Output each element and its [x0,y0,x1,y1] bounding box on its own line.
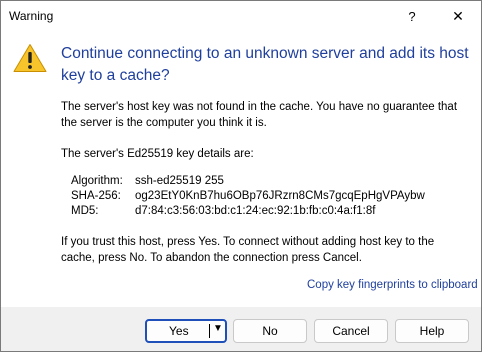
md5-value: d7:84:c3:56:03:bd:c1:24:ec:92:1b:fb:c0:4… [135,205,376,217]
key-details-intro: The server's Ed25519 key details are: [61,148,254,160]
help-icon[interactable]: ? [389,1,435,31]
sha256-label: SHA-256: [71,190,121,202]
dialog-heading: Continue connecting to an unknown server… [61,45,469,84]
instructions-text: If you trust this host, press Yes. To co… [61,236,435,264]
sha256-value: og23EtY0KnB7hu6OBp76JRzrn8CMs7gcqEpHgVPA… [135,190,425,202]
host-key-not-found-text: The server's host key was not found in t… [61,101,458,129]
warning-dialog: Warning ? ✕ Continue connecting to an un… [0,0,482,352]
yes-button[interactable]: Yes [169,324,189,338]
close-icon[interactable]: ✕ [435,1,481,31]
window-title: Warning [9,9,54,23]
no-button[interactable]: No [233,319,307,343]
button-bar: Yes ▼ No Cancel Help [1,307,481,351]
algorithm-value: ssh-ed25519 255 [135,175,224,187]
help-button[interactable]: Help [395,319,469,343]
split-divider [209,324,210,338]
algorithm-label: Algorithm: [71,175,123,187]
cancel-button[interactable]: Cancel [314,319,388,343]
dropdown-caret-icon[interactable]: ▼ [213,323,223,334]
yes-split-button[interactable]: Yes ▼ [145,319,227,343]
md5-label: MD5: [71,205,99,217]
copy-fingerprints-link[interactable]: Copy key fingerprints to clipboard [307,279,478,291]
title-bar: Warning ? ✕ [1,1,481,31]
warning-icon [13,44,47,72]
